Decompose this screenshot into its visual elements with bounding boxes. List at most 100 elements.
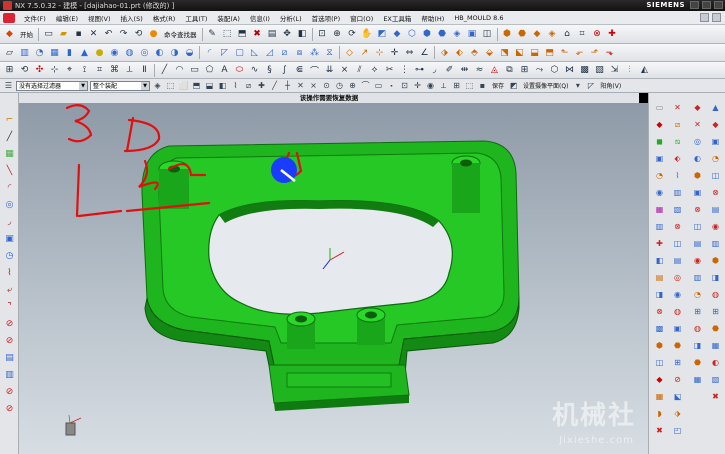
boss-icon[interactable]: ◍	[123, 46, 136, 59]
wcs-display-icon[interactable]: ⊹	[48, 64, 61, 77]
arc-tool-icon[interactable]: ◜	[3, 181, 16, 194]
runner-icon[interactable]: ◎	[671, 271, 684, 284]
arc-icon[interactable]: ◠	[173, 64, 186, 77]
wcs-orient-icon[interactable]: ✣	[33, 64, 46, 77]
tool-ae-icon[interactable]: ▦	[709, 339, 722, 352]
move-object-icon[interactable]: ✥	[281, 28, 294, 41]
tool-j-icon[interactable]: ◉	[691, 254, 704, 267]
drawing-icon[interactable]: ⬣	[671, 339, 684, 352]
divide-curve-icon[interactable]: ⋮	[398, 64, 411, 77]
smooth-spline-icon[interactable]: ≈	[473, 64, 486, 77]
snap-midpoint-icon[interactable]: ┼	[282, 80, 293, 91]
delete-icon[interactable]: ✖	[251, 28, 264, 41]
tool-s-icon[interactable]: ▣	[709, 135, 722, 148]
tool-ab-icon[interactable]: ◍	[709, 288, 722, 301]
rotate-icon[interactable]: ⟳	[346, 28, 359, 41]
ejector-pin-icon[interactable]: ▤	[671, 254, 684, 267]
tool-e-icon[interactable]: ⬢	[691, 169, 704, 182]
tool-ah-icon[interactable]: ✖	[709, 390, 722, 403]
gate-icon[interactable]: ◰	[671, 424, 684, 437]
face-select-icon[interactable]: ◧	[217, 80, 228, 91]
view-orientation-icon[interactable]: ◩	[376, 28, 389, 41]
project-curve-icon[interactable]: ⇊	[323, 64, 336, 77]
ejector-icon[interactable]: ⊗	[591, 28, 604, 41]
sync-delete-face-icon[interactable]: ⬙	[483, 46, 496, 59]
wcs-save-icon[interactable]: ⌖	[63, 64, 76, 77]
trim-body-icon[interactable]: ◿	[263, 46, 276, 59]
workpiece-icon[interactable]: ▩	[653, 322, 666, 335]
convex-angle-button[interactable]: 阳角(V)	[598, 81, 623, 90]
menu-insert[interactable]: 插入(S)	[116, 13, 148, 23]
offset-tool-icon[interactable]: ▣	[3, 232, 16, 245]
tool-n-icon[interactable]: ◍	[691, 322, 704, 335]
tool-a-icon[interactable]: ◆	[691, 101, 704, 114]
sync-offset-icon[interactable]: ⬖	[453, 46, 466, 59]
snap-on-curve-icon[interactable]: ⌒	[360, 80, 371, 91]
resource-bar-icon[interactable]: ▭	[653, 101, 666, 114]
menu-tools[interactable]: 工具(T)	[180, 13, 212, 23]
tool-p-icon[interactable]: ⬣	[691, 356, 704, 369]
analysis-icon[interactable]: ✕	[671, 101, 684, 114]
material-icon[interactable]: ◧	[653, 254, 666, 267]
rectangle-icon[interactable]: ▭	[188, 64, 201, 77]
sync-paste-icon[interactable]: ⬐	[573, 46, 586, 59]
intersect-curve-icon[interactable]: ⨯	[338, 64, 351, 77]
layer-icon[interactable]: ▤	[266, 28, 279, 41]
trim-tool-icon[interactable]: ⌇	[3, 266, 16, 279]
line-tool-icon[interactable]: ╲	[3, 164, 16, 177]
cone-icon[interactable]: ▲	[78, 46, 91, 59]
palette-icon[interactable]: ▦	[653, 203, 666, 216]
cavity-layout-icon[interactable]: ⬢	[653, 339, 666, 352]
through-curves-icon[interactable]: ⧉	[503, 64, 516, 77]
section-analysis-icon[interactable]: ⬖	[671, 152, 684, 165]
hole-icon[interactable]: ◉	[108, 46, 121, 59]
shell-icon[interactable]: ▢	[233, 46, 246, 59]
interference-icon[interactable]: ⊗	[671, 220, 684, 233]
edge-blend-icon[interactable]: ◜	[203, 46, 216, 59]
menu-icon[interactable]: ☰	[3, 80, 14, 91]
roles-icon[interactable]: ▥	[653, 220, 666, 233]
wcs-set-icon[interactable]: ⌗	[93, 64, 106, 77]
subtract-icon[interactable]: ◑	[168, 46, 181, 59]
tool-f-icon[interactable]: ▣	[691, 186, 704, 199]
snap-arc-center-icon[interactable]: ◉	[425, 80, 436, 91]
slider-lifter-icon[interactable]: ⬕	[671, 390, 684, 403]
chamfer-icon[interactable]: ◸	[218, 46, 231, 59]
standard-parts-icon[interactable]: ◗	[653, 407, 666, 420]
extrude-icon[interactable]: ▥	[18, 46, 31, 59]
save-icon[interactable]: ▪	[72, 28, 85, 41]
camera-plane-button[interactable]: 设置摄像平面(Q)	[521, 81, 570, 90]
undo-icon[interactable]: ↶	[102, 28, 115, 41]
wcs-to-abs-icon[interactable]: ⟂	[123, 64, 136, 77]
display-icon[interactable]: ◧	[296, 28, 309, 41]
bill-of-material-icon[interactable]: ▣	[671, 322, 684, 335]
menu-file[interactable]: 文件(F)	[19, 13, 51, 23]
extend-tool-icon[interactable]: ⤶	[3, 283, 16, 296]
wcs-origin-icon[interactable]: ⊞	[3, 64, 16, 77]
zoom-icon[interactable]: ⊕	[331, 28, 344, 41]
save-view-button[interactable]: 保存	[490, 81, 506, 90]
tool-b-icon[interactable]: ✕	[691, 118, 704, 131]
law-curve-icon[interactable]: ∫	[278, 64, 291, 77]
redo-icon[interactable]: ↷	[117, 28, 130, 41]
datum-plane-icon[interactable]: ◇	[343, 46, 356, 59]
sketch-icon[interactable]: ▱	[3, 46, 16, 59]
tool-h-icon[interactable]: ◫	[691, 220, 704, 233]
graphics-viewport[interactable]: 机械社 Jixieshe.com	[19, 103, 648, 454]
tool-l-icon[interactable]: ◔	[691, 288, 704, 301]
cut-icon[interactable]: ✕	[87, 28, 100, 41]
assembly-navigator-icon[interactable]: ◆	[653, 118, 666, 131]
tool-w-icon[interactable]: ▤	[709, 203, 722, 216]
curve-rule-icon[interactable]: ⌇	[230, 80, 241, 91]
tool-y-icon[interactable]: ▥	[709, 237, 722, 250]
command-finder-icon[interactable]: ●	[147, 28, 160, 41]
constraint-icon[interactable]: ◷	[3, 249, 16, 262]
face-analysis-icon[interactable]: ⧅	[671, 135, 684, 148]
tool-k-icon[interactable]: ▥	[691, 271, 704, 284]
fillet-tool-icon[interactable]: ◞	[3, 215, 16, 228]
point-icon[interactable]: ✛	[388, 46, 401, 59]
join-curve-icon[interactable]: ⊶	[413, 64, 426, 77]
polygon-icon[interactable]: ⬠	[203, 64, 216, 77]
patch-icon[interactable]: ▩	[578, 64, 591, 77]
mold-base-icon[interactable]: ▦	[653, 390, 666, 403]
